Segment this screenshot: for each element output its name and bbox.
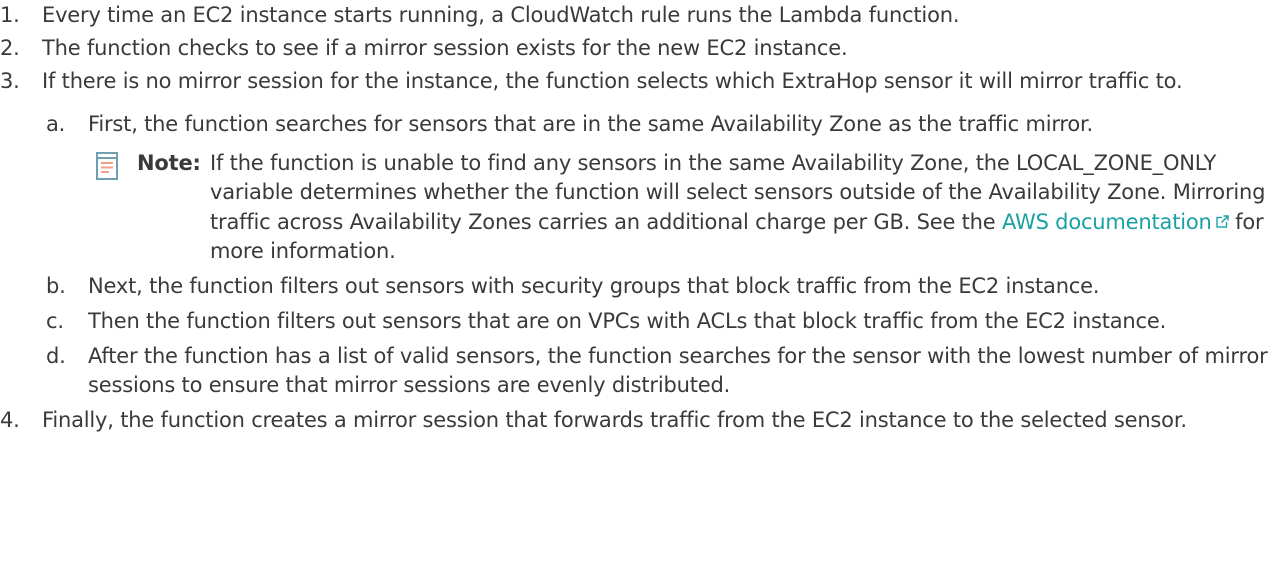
- external-link-icon[interactable]: [1215, 207, 1229, 228]
- note-label: Note:: [137, 151, 201, 175]
- substep-letter: b.: [46, 274, 66, 298]
- substep-a: a. First, the function searches for sens…: [0, 110, 1279, 139]
- step-text: The function checks to see if a mirror s…: [42, 36, 848, 60]
- note-icon: [96, 152, 118, 180]
- substep-letter: d.: [46, 344, 66, 368]
- document: 1. Every time an EC2 instance starts run…: [0, 0, 1285, 567]
- substep-letter: c.: [46, 309, 64, 333]
- link-text[interactable]: AWS documentation: [1002, 210, 1212, 234]
- substep-text: Then the function filters out sensors th…: [88, 309, 1167, 333]
- step-text: Every time an EC2 instance starts runnin…: [42, 3, 960, 27]
- step-3: 3. If there is no mirror session for the…: [0, 67, 1285, 400]
- step-number: 2.: [0, 36, 20, 60]
- substep-text: After the function has a list of valid s…: [88, 344, 1268, 397]
- substep-text: Next, the function filters out sensors w…: [88, 274, 1100, 298]
- step-number: 1.: [0, 3, 20, 27]
- step-text: Finally, the function creates a mirror s…: [42, 408, 1187, 432]
- substep-b: b. Next, the function filters out sensor…: [0, 272, 1279, 301]
- note-box: Note: If the function is unable to find …: [0, 149, 1279, 266]
- substep-list: a. First, the function searches for sens…: [42, 110, 1279, 400]
- substep-text: First, the function searches for sensors…: [88, 112, 1094, 136]
- step-text: If there is no mirror session for the in…: [42, 69, 1183, 93]
- substep-c: c. Then the function filters out sensors…: [0, 307, 1279, 336]
- substep-d: d. After the function has a list of vali…: [0, 342, 1279, 400]
- note-body: If the function is unable to find any se…: [137, 149, 1269, 266]
- step-1: 1. Every time an EC2 instance starts run…: [0, 1, 1285, 30]
- step-2: 2. The function checks to see if a mirro…: [0, 34, 1285, 63]
- substep-letter: a.: [46, 112, 66, 136]
- aws-documentation-link[interactable]: AWS documentation: [1002, 210, 1229, 234]
- step-number: 3.: [0, 69, 20, 93]
- step-4: 4. Finally, the function creates a mirro…: [0, 406, 1285, 435]
- step-number: 4.: [0, 408, 20, 432]
